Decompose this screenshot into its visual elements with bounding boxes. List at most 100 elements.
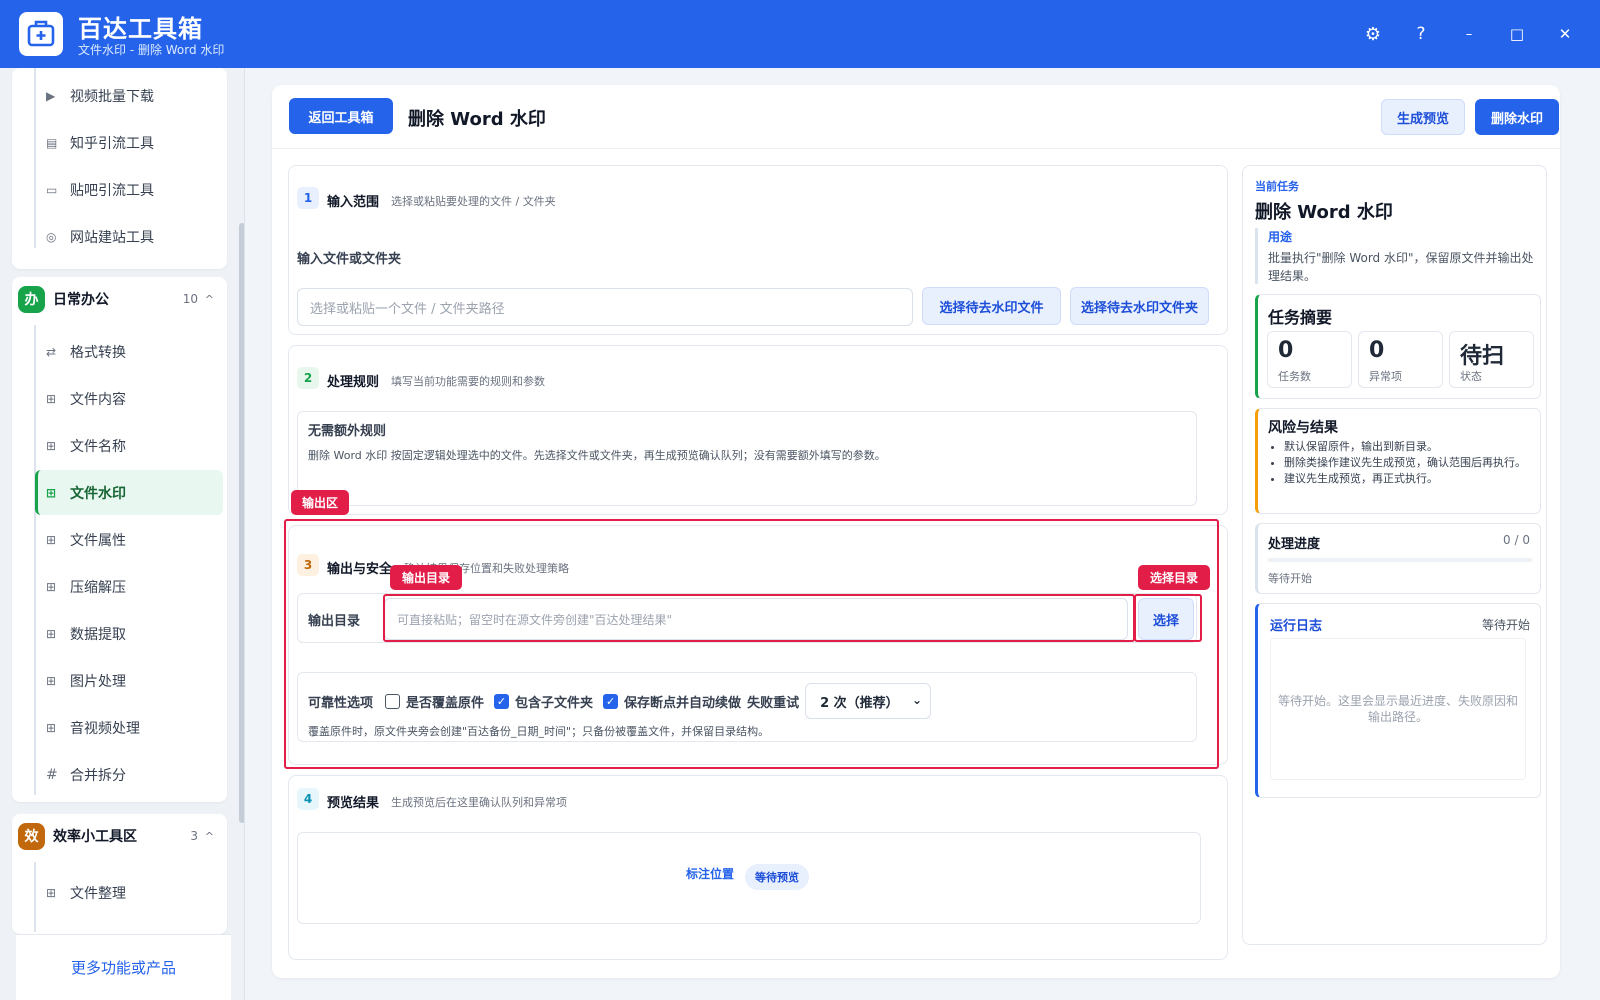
summary-status: 待扫 状态	[1449, 331, 1534, 388]
help-icon[interactable]: ?	[1406, 20, 1436, 48]
group-header[interactable]: 效 效率小工具区 3 ^	[18, 816, 218, 856]
grid-icon: ⊞	[46, 674, 57, 688]
sidebar-item-extract[interactable]: ⊞ 数据提取	[36, 613, 224, 655]
app-title: 百达工具箱	[78, 15, 203, 43]
grid-icon: ⊞	[46, 485, 57, 500]
mark-position-label: 标注位置	[686, 867, 735, 881]
chevron-up-icon: ^	[204, 292, 214, 306]
progress-bar	[1268, 558, 1532, 562]
group-badge: 效	[18, 822, 45, 850]
purpose-block: 用途 批量执行"删除 Word 水印"，保留原文件并输出处理结果。	[1255, 228, 1537, 284]
summary-value: 待扫	[1460, 344, 1505, 369]
field-label: 输入文件或文件夹	[297, 252, 402, 267]
sidebar-item-name[interactable]: ⊞ 文件名称	[36, 425, 224, 467]
section-title: 预览结果	[327, 796, 380, 811]
toolbox-icon	[27, 20, 55, 47]
summary-title: 任务摘要	[1268, 308, 1333, 327]
current-task-label: 当前任务	[1255, 180, 1299, 193]
sidebar-item-format[interactable]: ⇄ 格式转换	[36, 331, 224, 373]
risk-item: 删除类操作建议先生成预览，确认范围后再执行。	[1284, 455, 1536, 471]
section-desc: 填写当前功能需要的规则和参数	[391, 375, 545, 388]
output-area-tag: 输出区	[291, 490, 349, 515]
risk-item: 默认保留原件，输出到新目录。	[1284, 439, 1536, 455]
summary-card: 任务摘要 0 任务数 0 异常项 待扫 状态	[1255, 294, 1541, 399]
preview-status-badge: 等待预览	[745, 864, 809, 890]
grid-icon: ⊞	[46, 580, 57, 594]
more-products-link[interactable]: 更多功能或产品	[16, 934, 231, 1000]
grid-icon: ⊞	[46, 439, 57, 453]
section-title: 处理规则	[327, 375, 380, 390]
rules-box: 无需额外规则 删除 Word 水印 按固定逻辑处理选中的文件。先选择文件或文件夹…	[297, 411, 1197, 506]
remove-watermark-button[interactable]: 删除水印	[1475, 99, 1559, 135]
sidebar-group-efficiency: 效 效率小工具区 3 ^ ⊞ 文件整理	[12, 814, 227, 934]
risk-item: 建议先生成预览，再正式执行。	[1284, 471, 1536, 487]
scrollbar-thumb[interactable]	[239, 223, 244, 823]
sidebar-card-top: ▶ 视频批量下载 ▤ 知乎引流工具 ▭ 贴吧引流工具 ◎ 网站建站工具	[12, 68, 227, 269]
sidebar-scrollbar[interactable]	[239, 68, 244, 1000]
output-dir-tag: 输出目录	[390, 565, 462, 590]
summary-exceptions: 0 异常项	[1358, 331, 1443, 388]
group-header[interactable]: 办 日常办公 10 ^	[18, 279, 218, 319]
grid-icon: ⊞	[46, 886, 57, 900]
log-card: 运行日志 等待开始 等待开始。这里会显示最近进度、失败原因和输出路径。	[1255, 603, 1541, 798]
sidebar-item-tieba[interactable]: ▭ 贴吧引流工具	[36, 169, 224, 211]
summary-label: 任务数	[1278, 370, 1311, 383]
minimize-icon[interactable]: –	[1454, 20, 1484, 48]
sidebar-item-compress[interactable]: ⊞ 压缩解压	[36, 566, 224, 608]
sidebar-item-organize[interactable]: ⊞ 文件整理	[36, 872, 224, 914]
settings-icon[interactable]: ⚙	[1358, 20, 1388, 48]
group-badge: 办	[18, 285, 45, 313]
log-output: 等待开始。这里会显示最近进度、失败原因和输出路径。	[1270, 638, 1526, 780]
sidebar-group-office: 办 日常办公 10 ^ ⇄ 格式转换 ⊞ 文件内容 ⊞ 文件名称 ⊞ 文件水印 …	[12, 277, 227, 802]
progress-status: 等待开始	[1268, 572, 1312, 585]
progress-count: 0 / 0	[1503, 533, 1530, 547]
summary-tasks: 0 任务数	[1267, 331, 1352, 388]
section-input: 1 输入范围 选择或粘贴要处理的文件 / 文件夹 输入文件或文件夹 选择或粘贴一…	[288, 165, 1228, 335]
main-panel: 返回工具箱 删除 Word 水印 生成预览 删除水印 1 输入范围 选择或粘贴要…	[272, 85, 1560, 978]
sidebar: ▶ 视频批量下载 ▤ 知乎引流工具 ▭ 贴吧引流工具 ◎ 网站建站工具 办 日常…	[0, 68, 245, 1000]
input-path-field[interactable]: 选择或粘贴一个文件 / 文件夹路径	[297, 288, 913, 326]
task-title: 删除 Word 水印	[1255, 202, 1393, 223]
summary-value: 0	[1369, 338, 1385, 363]
sidebar-item-media[interactable]: ⊞ 音视频处理	[36, 707, 224, 749]
sidebar-item-video-download[interactable]: ▶ 视频批量下载	[36, 75, 224, 117]
progress-card: 处理进度 0 / 0 等待开始	[1255, 523, 1541, 594]
pick-file-button[interactable]: 选择待去水印文件	[922, 287, 1061, 325]
purpose-text: 批量执行"删除 Word 水印"，保留原文件并输出处理结果。	[1268, 251, 1534, 283]
grid-icon: ⊞	[46, 721, 57, 735]
sidebar-item-label: 图片处理	[70, 674, 126, 690]
sidebar-item-label: 贴吧引流工具	[70, 183, 154, 199]
sidebar-item-label: 网站建站工具	[70, 230, 154, 246]
progress-title: 处理进度	[1268, 537, 1321, 552]
generate-preview-button[interactable]: 生成预览	[1381, 99, 1465, 135]
back-button[interactable]: 返回工具箱	[289, 98, 393, 134]
sidebar-item-label: 文件内容	[70, 392, 126, 408]
sidebar-item-merge[interactable]: # 合并拆分	[36, 754, 224, 796]
sidebar-item-label: 文件属性	[70, 533, 126, 549]
page-title: 删除 Word 水印	[408, 109, 546, 130]
maximize-icon[interactable]: □	[1502, 20, 1532, 48]
swap-icon: ⇄	[46, 345, 57, 359]
sidebar-item-watermark[interactable]: ⊞ 文件水印	[35, 470, 223, 515]
sidebar-item-website[interactable]: ◎ 网站建站工具	[36, 216, 224, 258]
sidebar-item-label: 文件整理	[70, 886, 126, 902]
grid-icon: ⊞	[46, 627, 57, 641]
grid-icon: ⊞	[46, 533, 57, 547]
sidebar-item-properties[interactable]: ⊞ 文件属性	[36, 519, 224, 561]
pick-folder-button[interactable]: 选择待去水印文件夹	[1070, 287, 1209, 325]
preview-box: 标注位置 等待预览	[297, 832, 1201, 924]
sidebar-item-content[interactable]: ⊞ 文件内容	[36, 378, 224, 420]
summary-label: 异常项	[1369, 370, 1402, 383]
risk-list: 默认保留原件，输出到新目录。 删除类操作建议先生成预览，确认范围后再执行。 建议…	[1284, 439, 1536, 487]
close-icon[interactable]: ✕	[1550, 20, 1580, 48]
rules-box-title: 无需额外规则	[308, 424, 387, 439]
app-logo	[19, 12, 63, 56]
sidebar-item-image[interactable]: ⊞ 图片处理	[36, 660, 224, 702]
sidebar-item-zhihu[interactable]: ▤ 知乎引流工具	[36, 122, 224, 164]
risk-title: 风险与结果	[1268, 420, 1338, 436]
group-count: 10	[182, 292, 198, 306]
log-status: 等待开始	[1481, 618, 1530, 632]
sidebar-item-label: 文件名称	[70, 439, 126, 455]
section-desc: 选择或粘贴要处理的文件 / 文件夹	[391, 195, 556, 208]
summary-value: 0	[1278, 338, 1294, 363]
